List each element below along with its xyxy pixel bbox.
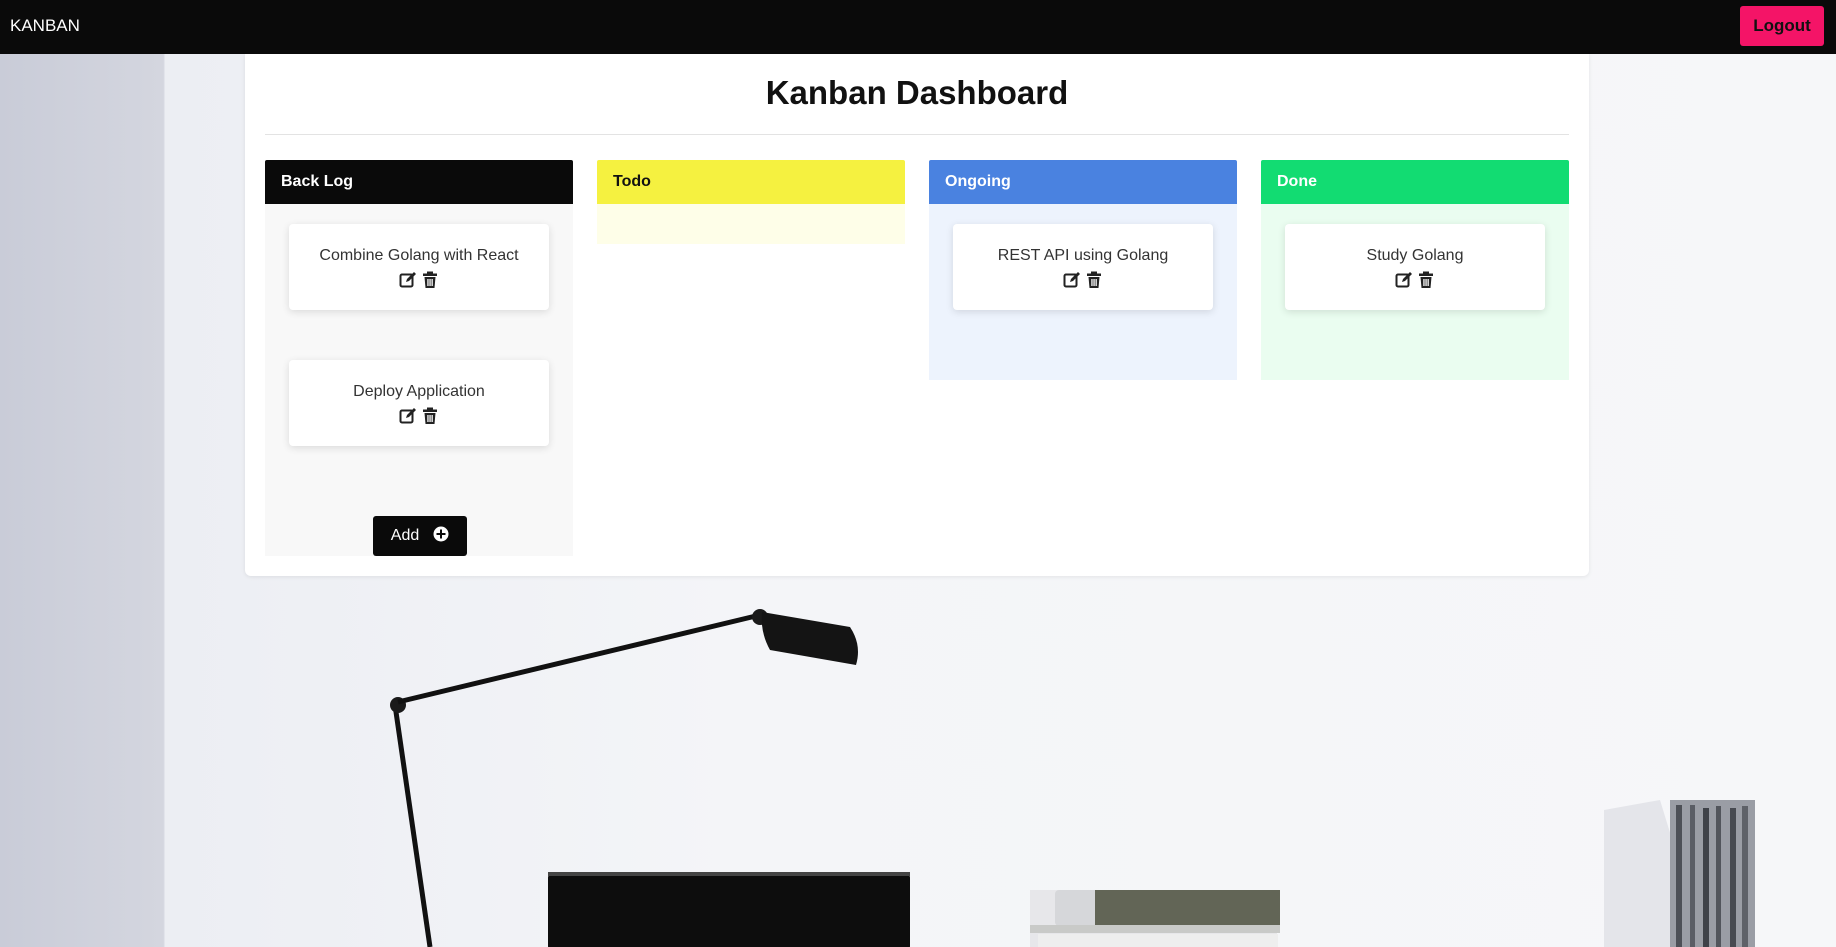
column-title: Back Log [281,173,354,190]
edit-icon[interactable] [1395,271,1413,289]
logout-button[interactable]: Logout [1740,6,1824,46]
add-label: Add [390,527,420,544]
task-card[interactable]: Study Golang [1285,224,1545,310]
edit-icon[interactable] [399,407,417,425]
task-title: Deploy Application [353,383,485,400]
dashboard-panel: Kanban Dashboard Back Log Combine Golang… [245,54,1589,576]
column-body-backlog: Combine Golang with React Deploy Applica… [265,204,573,556]
top-navbar: KANBAN Logout [0,0,1836,54]
task-card[interactable]: REST API using Golang [953,224,1213,310]
column-body-ongoing: REST API using Golang [929,204,1237,380]
column-backlog: Back Log Combine Golang with React Deplo… [265,160,573,556]
column-ongoing: Ongoing REST API using Golang [929,160,1237,380]
task-title: Study Golang [1366,247,1464,264]
edit-icon[interactable] [399,271,417,289]
edit-icon[interactable] [1063,271,1081,289]
column-header-backlog: Back Log [265,160,573,204]
divider [265,134,1569,135]
task-title: REST API using Golang [997,247,1169,264]
trash-icon[interactable] [421,271,439,289]
plus-circle-icon [433,526,449,547]
column-title: Todo [613,173,651,190]
column-header-todo: Todo [597,160,905,204]
task-title: Combine Golang with React [319,247,519,264]
column-done: Done Study Golang [1261,160,1569,380]
trash-icon[interactable] [1085,271,1103,289]
column-body-done: Study Golang [1261,204,1569,380]
column-header-done: Done [1261,160,1569,204]
trash-icon[interactable] [1417,271,1435,289]
books-image [1030,890,1280,947]
add-task-button[interactable]: Add [373,516,467,556]
magazine-holder-image [1604,800,1755,947]
trash-icon[interactable] [421,407,439,425]
column-todo: Todo [597,160,905,244]
page-title: Kanban Dashboard [765,74,1069,111]
brand-logo[interactable]: KANBAN [10,16,80,36]
task-card[interactable]: Combine Golang with React [289,224,549,310]
task-card[interactable]: Deploy Application [289,360,549,446]
column-title: Done [1277,173,1317,190]
laptop-image [548,872,910,947]
column-title: Ongoing [945,173,1011,190]
column-header-ongoing: Ongoing [929,160,1237,204]
column-body-todo [597,204,905,244]
